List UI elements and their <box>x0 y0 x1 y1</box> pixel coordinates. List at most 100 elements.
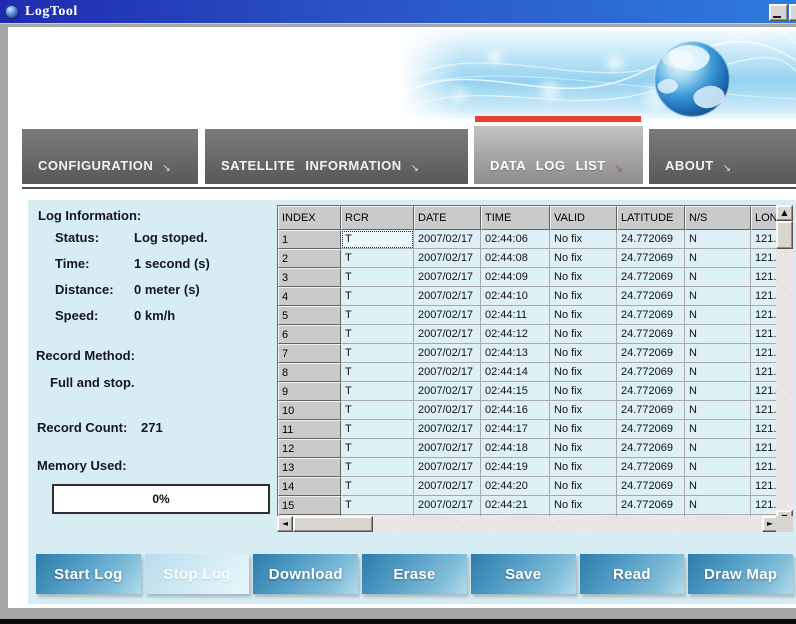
column-header-latitude[interactable]: LATITUDE <box>617 206 685 230</box>
tab-about[interactable]: ABOUT ↘ <box>649 129 796 184</box>
table-cell[interactable]: T <box>341 325 414 344</box>
table-cell[interactable]: 2007/02/17 <box>414 306 481 325</box>
table-cell[interactable]: 24.772069 <box>617 496 685 515</box>
table-cell[interactable]: N <box>685 458 751 477</box>
table-cell[interactable]: T <box>341 401 414 420</box>
table-cell[interactable]: 2007/02/17 <box>414 249 481 268</box>
row-header[interactable]: 13 <box>278 458 341 477</box>
horizontal-scroll-thumb[interactable] <box>293 516 373 532</box>
table-cell[interactable]: No fix <box>550 477 617 496</box>
table-cell[interactable]: No fix <box>550 420 617 439</box>
table-cell[interactable]: N <box>685 477 751 496</box>
table-cell[interactable]: No fix <box>550 344 617 363</box>
table-cell[interactable]: 2007/02/17 <box>414 401 481 420</box>
table-cell[interactable]: N <box>685 287 751 306</box>
draw-map-button[interactable]: Draw Map <box>688 554 794 594</box>
horizontal-scrollbar[interactable]: ◄ ► <box>277 516 778 532</box>
table-cell[interactable]: 121. <box>751 363 777 382</box>
table-cell[interactable]: 02:44:16 <box>481 401 550 420</box>
table-cell[interactable]: T <box>341 382 414 401</box>
row-header[interactable]: 12 <box>278 439 341 458</box>
table-cell[interactable]: T <box>341 363 414 382</box>
table-cell[interactable]: N <box>685 420 751 439</box>
table-cell[interactable]: T <box>341 230 414 249</box>
table-cell[interactable]: T <box>341 268 414 287</box>
table-cell[interactable]: 24.772069 <box>617 249 685 268</box>
table-cell[interactable]: 02:44:06 <box>481 230 550 249</box>
table-cell[interactable]: 02:44:21 <box>481 496 550 515</box>
table-cell[interactable]: No fix <box>550 306 617 325</box>
table-cell[interactable]: No fix <box>550 268 617 287</box>
table-cell[interactable]: T <box>341 287 414 306</box>
table-cell[interactable]: 02:44:15 <box>481 382 550 401</box>
table-cell[interactable]: 02:44:11 <box>481 306 550 325</box>
table-cell[interactable]: 2007/02/17 <box>414 268 481 287</box>
table-cell[interactable]: T <box>341 477 414 496</box>
column-header-time[interactable]: TIME <box>481 206 550 230</box>
table-cell[interactable]: N <box>685 306 751 325</box>
table-cell[interactable]: 2007/02/17 <box>414 458 481 477</box>
minimize-button[interactable] <box>769 4 788 21</box>
table-cell[interactable]: 02:44:18 <box>481 439 550 458</box>
table-cell[interactable]: T <box>341 439 414 458</box>
maximize-button[interactable] <box>789 4 796 21</box>
table-cell[interactable]: No fix <box>550 249 617 268</box>
table-cell[interactable]: 02:44:09 <box>481 268 550 287</box>
row-header[interactable]: 2 <box>278 249 341 268</box>
table-cell[interactable]: 2007/02/17 <box>414 420 481 439</box>
table-cell[interactable]: 02:44:08 <box>481 249 550 268</box>
table-cell[interactable]: No fix <box>550 363 617 382</box>
erase-button[interactable]: Erase <box>362 554 467 594</box>
row-header[interactable]: 8 <box>278 363 341 382</box>
table-cell[interactable]: 24.772069 <box>617 287 685 306</box>
table-cell[interactable]: T <box>341 249 414 268</box>
row-header[interactable]: 6 <box>278 325 341 344</box>
table-cell[interactable]: No fix <box>550 325 617 344</box>
table-cell[interactable]: N <box>685 325 751 344</box>
table-cell[interactable]: No fix <box>550 458 617 477</box>
row-header[interactable]: 11 <box>278 420 341 439</box>
table-cell[interactable]: 24.772069 <box>617 306 685 325</box>
table-cell[interactable]: T <box>341 420 414 439</box>
row-header[interactable]: 1 <box>278 230 341 249</box>
scroll-left-button[interactable]: ◄ <box>277 516 293 532</box>
table-cell[interactable]: N <box>685 344 751 363</box>
table-cell[interactable]: 2007/02/17 <box>414 363 481 382</box>
table-cell[interactable]: 121. <box>751 325 777 344</box>
row-header[interactable]: 15 <box>278 496 341 515</box>
table-cell[interactable]: N <box>685 401 751 420</box>
table-cell[interactable]: 02:44:12 <box>481 325 550 344</box>
table-cell[interactable]: 02:44:10 <box>481 287 550 306</box>
table-cell[interactable]: 121. <box>751 306 777 325</box>
table-cell[interactable]: 2007/02/17 <box>414 496 481 515</box>
table-cell[interactable]: N <box>685 439 751 458</box>
table-cell[interactable]: 121. <box>751 268 777 287</box>
table-cell[interactable]: 02:44:20 <box>481 477 550 496</box>
row-header[interactable]: 4 <box>278 287 341 306</box>
table-cell[interactable]: 02:44:14 <box>481 363 550 382</box>
table-cell[interactable]: 121. <box>751 458 777 477</box>
table-cell[interactable]: 121. <box>751 420 777 439</box>
table-cell[interactable]: No fix <box>550 382 617 401</box>
title-bar[interactable]: LogTool <box>0 0 796 23</box>
table-cell[interactable]: 24.772069 <box>617 420 685 439</box>
table-cell[interactable]: N <box>685 249 751 268</box>
row-header[interactable]: 5 <box>278 306 341 325</box>
table-cell[interactable]: 24.772069 <box>617 458 685 477</box>
table-cell[interactable]: No fix <box>550 287 617 306</box>
table-cell[interactable]: N <box>685 268 751 287</box>
table-cell[interactable]: 02:44:17 <box>481 420 550 439</box>
table-cell[interactable]: 121. <box>751 344 777 363</box>
table-cell[interactable]: 02:44:13 <box>481 344 550 363</box>
read-button[interactable]: Read <box>579 554 685 594</box>
table-cell[interactable]: 2007/02/17 <box>414 477 481 496</box>
table-cell[interactable]: 2007/02/17 <box>414 230 481 249</box>
row-header[interactable]: 3 <box>278 268 341 287</box>
table-cell[interactable]: 121. <box>751 401 777 420</box>
column-header-n-s[interactable]: N/S <box>685 206 751 230</box>
table-cell[interactable]: 24.772069 <box>617 344 685 363</box>
table-cell[interactable]: T <box>341 496 414 515</box>
tab-data-log-list[interactable]: DATA LOG LIST ↘ <box>474 126 643 184</box>
download-button[interactable]: Download <box>253 554 359 594</box>
table-cell[interactable]: No fix <box>550 496 617 515</box>
